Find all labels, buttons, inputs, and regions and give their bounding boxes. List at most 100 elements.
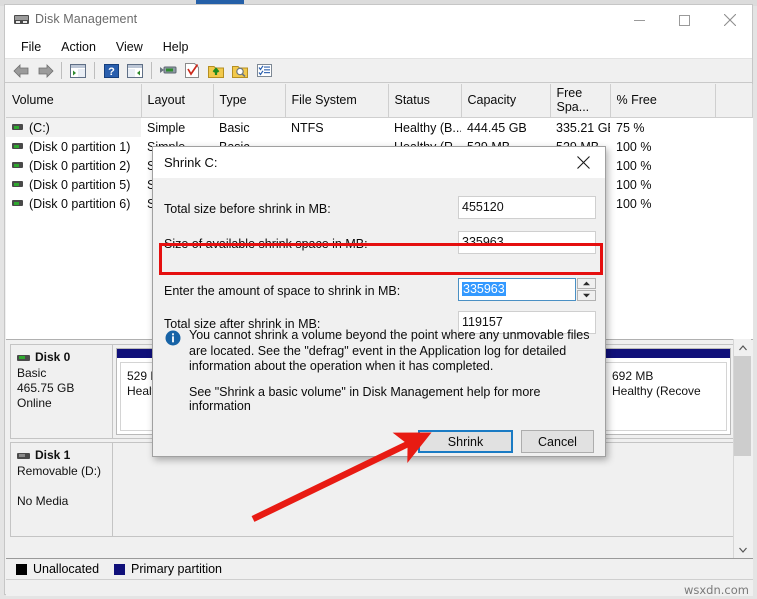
menu-view[interactable]: View	[106, 38, 153, 56]
disk-type-1: Removable (D:)	[17, 464, 102, 478]
spinner-up-button[interactable]	[577, 278, 596, 289]
scroll-up-button[interactable]	[734, 339, 751, 356]
find-icon[interactable]	[228, 60, 252, 82]
column-header-layout[interactable]: Layout	[141, 84, 214, 118]
cell-volume: (Disk 0 partition 6)	[6, 194, 141, 213]
highlight-rectangle	[159, 243, 603, 275]
column-header-status[interactable]: Status	[388, 84, 462, 118]
partition-inner: 692 MB Healthy (Recove	[605, 362, 727, 431]
menu-help[interactable]: Help	[153, 38, 199, 56]
cancel-button[interactable]: Cancel	[521, 430, 594, 453]
options-icon[interactable]	[252, 60, 276, 82]
label-shrink-amount: Enter the amount of space to shrink in M…	[164, 284, 401, 298]
partition-color-bar	[602, 349, 730, 359]
export-list-icon[interactable]	[204, 60, 228, 82]
disk-management-icon	[14, 13, 29, 26]
info-text: You cannot shrink a volume beyond the po…	[189, 328, 590, 373]
scrollbar-thumb[interactable]	[734, 356, 751, 456]
cell-percent: 100 %	[616, 196, 652, 211]
volume-icon	[12, 200, 23, 207]
watermark: wsxdn.com	[683, 583, 749, 597]
legend-swatch-unallocated	[16, 563, 27, 575]
disk-header-1: Disk 1 Removable (D:) No Media	[10, 442, 113, 537]
svg-text:?: ?	[108, 66, 115, 78]
column-header-file-system[interactable]: File System	[285, 84, 389, 118]
menu-file[interactable]: File	[11, 38, 51, 56]
volume-icon	[12, 181, 23, 188]
forward-icon[interactable]	[33, 60, 57, 82]
value-total-size-before: 455120	[458, 196, 596, 219]
disk-title-0: Disk 0	[17, 350, 107, 365]
legend-swatch-primary	[114, 563, 126, 575]
back-icon[interactable]	[9, 60, 33, 82]
column-header-capacity[interactable]: Capacity	[461, 84, 551, 118]
toolbar-separator	[94, 62, 95, 79]
column-header-spacer[interactable]	[715, 84, 753, 118]
table-row[interactable]: (C:) Simple Basic NTFS Healthy (B... 444…	[6, 117, 753, 137]
cell-type: Basic	[219, 120, 250, 135]
cell-status: Healthy (B...	[394, 120, 461, 135]
cell-percent: 100 %	[616, 139, 652, 154]
label-total-size-before: Total size before shrink in MB:	[164, 202, 331, 216]
show-hide-console-tree-icon[interactable]	[66, 60, 90, 82]
shrink-amount-value: 335963	[462, 282, 506, 296]
minimize-button[interactable]	[617, 5, 662, 35]
window-controls	[617, 5, 752, 35]
menu-action[interactable]: Action	[51, 38, 106, 56]
dialog-body: Total size before shrink in MB: 455120 S…	[153, 178, 605, 456]
volume-icon	[12, 162, 23, 169]
column-header-volume[interactable]: Volume	[6, 84, 142, 118]
cell-volume: (Disk 0 partition 2)	[6, 156, 141, 175]
field-total-size-before: Total size before shrink in MB: 455120	[153, 196, 605, 225]
cell-spacer	[715, 137, 753, 156]
cell-volume: (Disk 0 partition 5)	[6, 175, 141, 194]
cell-volume: (C:)	[6, 117, 141, 137]
menu-bar: File Action View Help	[5, 35, 752, 58]
scroll-down-button[interactable]	[734, 541, 751, 558]
title-bar: Disk Management	[5, 5, 752, 36]
cell-spacer	[715, 194, 753, 213]
cell-layout: Simple	[147, 120, 186, 135]
disk-header-0: Disk 0 Basic 465.75 GB Online	[10, 344, 113, 439]
cell-filesystem: NTFS	[291, 120, 324, 135]
help-icon[interactable]: ?	[99, 60, 123, 82]
column-header-type[interactable]: Type	[213, 84, 286, 118]
table-header-row: Volume Layout Type File System Status Ca…	[6, 84, 753, 118]
partition-0-2[interactable]: 692 MB Healthy (Recove	[601, 348, 731, 435]
toolbar-separator	[61, 62, 62, 79]
shrink-amount-spinner[interactable]: 335963	[458, 278, 596, 301]
dialog-title: Shrink C:	[164, 155, 218, 170]
disk-status-1: No Media	[17, 494, 69, 508]
legend-item-unallocated: Unallocated	[16, 562, 99, 576]
dialog-close-button[interactable]	[561, 147, 605, 178]
spinner-down-button[interactable]	[577, 290, 596, 301]
volume-icon	[12, 124, 23, 131]
graphical-view-scrollbar[interactable]	[733, 339, 751, 558]
legend-label-primary: Primary partition	[131, 562, 223, 576]
disk-title-1: Disk 1	[17, 448, 107, 463]
help-text: See "Shrink a basic volume" in Disk Mana…	[189, 385, 541, 413]
disk-size-0: 465.75 GB	[17, 381, 75, 395]
screenshot-root: Disk Management File Action View Help ? …	[0, 0, 757, 599]
partition-size-0-1: 692 MB	[612, 369, 654, 383]
close-button[interactable]	[707, 5, 752, 35]
legend-bar: Unallocated Primary partition	[6, 558, 753, 579]
shrink-button[interactable]: Shrink	[418, 430, 513, 453]
disk-icon	[17, 452, 30, 459]
shrink-amount-input[interactable]: 335963	[458, 278, 576, 301]
window-title: Disk Management	[35, 12, 138, 26]
show-hide-action-pane-icon[interactable]	[123, 60, 147, 82]
toolbar: ?	[5, 58, 752, 83]
status-bar	[6, 579, 753, 596]
maximize-button[interactable]	[662, 5, 707, 35]
properties-icon[interactable]	[180, 60, 204, 82]
column-header-free-space[interactable]: Free Spa...	[550, 84, 611, 118]
field-shrink-amount: Enter the amount of space to shrink in M…	[153, 278, 605, 307]
partition-status-0-1: Healthy (Recove	[612, 384, 701, 398]
legend-label-unallocated: Unallocated	[33, 562, 100, 576]
info-icon	[165, 330, 181, 346]
cell-volume: (Disk 0 partition 1)	[6, 137, 141, 156]
volume-icon	[12, 143, 23, 150]
column-header-percent-free[interactable]: % Free	[610, 84, 716, 118]
rescan-disks-icon[interactable]	[156, 60, 180, 82]
